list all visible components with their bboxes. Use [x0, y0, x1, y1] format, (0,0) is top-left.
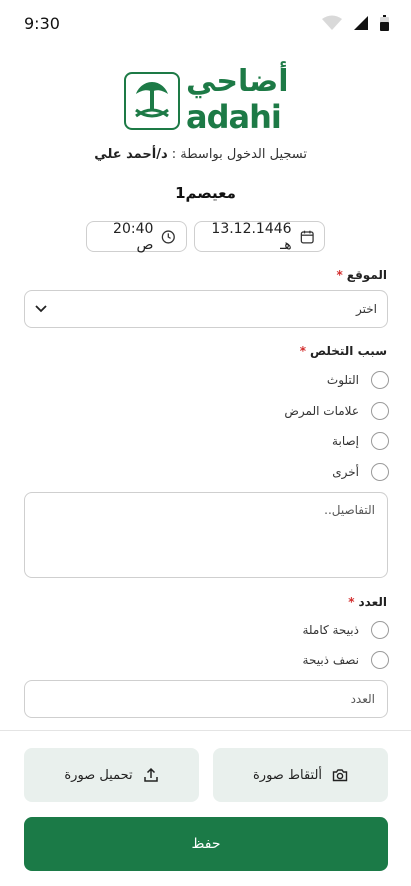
radio-button[interactable]: [371, 621, 389, 639]
disposal-reason-label-text: سبب التخلص: [309, 344, 387, 358]
date-picker[interactable]: 13.12.1446 هـ: [194, 220, 325, 253]
radio-label: نصف ذبيحة: [302, 653, 359, 667]
radio-label: إصابة: [332, 434, 359, 448]
upload-image-label: تحميل صورة: [64, 767, 133, 783]
radio-whole-carcass[interactable]: ذبيحة كاملة: [302, 621, 389, 639]
wifi-icon: [322, 15, 342, 30]
radio-label: أخرى: [332, 465, 359, 479]
radio-label: علامات المرض: [284, 404, 359, 418]
radio-button[interactable]: [371, 432, 389, 450]
radio-injury[interactable]: إصابة: [332, 432, 389, 450]
radio-contamination[interactable]: التلوث: [327, 371, 389, 389]
radio-button[interactable]: [371, 463, 389, 481]
count-label: العدد*: [348, 595, 387, 609]
required-mark: *: [336, 268, 343, 282]
time-picker[interactable]: 20:40 ص: [86, 220, 187, 253]
required-mark: *: [299, 344, 306, 358]
status-time: 9:30: [24, 14, 60, 33]
adahi-logo: أضاحي adahi: [124, 64, 289, 136]
radio-half-carcass[interactable]: نصف ذبيحة: [303, 651, 389, 669]
radio-other[interactable]: أخرى: [332, 463, 389, 481]
date-value: 13.12.1446 هـ: [211, 220, 292, 253]
radio-label: ذبيحة كاملة: [302, 623, 359, 637]
logo-latin-text: adahi: [186, 98, 282, 136]
battery-icon: [380, 15, 389, 31]
location-select-value: اختر: [356, 302, 377, 316]
time-value: 20:40 ص: [113, 220, 154, 253]
logo-arabic-text: أضاحي: [186, 64, 289, 99]
site-name: معيصم1: [175, 184, 236, 202]
count-label-text: العدد: [358, 595, 387, 609]
camera-icon: [332, 769, 348, 782]
required-mark: *: [348, 595, 355, 609]
radio-button[interactable]: [371, 651, 389, 669]
radio-disease-signs[interactable]: علامات المرض: [284, 402, 389, 420]
status-bar: 9:30: [0, 0, 411, 46]
radio-label: التلوث: [326, 373, 359, 387]
signal-icon: [354, 16, 368, 30]
details-textarea[interactable]: التفاصيل..: [24, 492, 388, 578]
count-input[interactable]: العدد: [24, 680, 388, 718]
calendar-icon: [300, 230, 314, 243]
chevron-down-icon: [35, 305, 47, 313]
palm-swords-emblem: [124, 72, 180, 130]
capture-image-label: ألتقاط صورة: [252, 767, 323, 783]
clock-icon: [162, 229, 176, 244]
login-user: د/أحمد علي: [94, 147, 168, 162]
save-button[interactable]: حفظ: [24, 817, 388, 871]
divider: [0, 730, 411, 731]
status-icons: [322, 15, 389, 31]
location-select[interactable]: اختر: [24, 290, 388, 328]
capture-image-button[interactable]: ألتقاط صورة: [213, 748, 388, 802]
login-prefix: تسجيل الدخول بواسطة :: [171, 147, 307, 162]
upload-image-button[interactable]: تحميل صورة: [24, 748, 199, 802]
upload-icon: [143, 767, 158, 782]
login-info: تسجيل الدخول بواسطة : د/أحمد علي: [94, 147, 307, 162]
radio-button[interactable]: [371, 371, 389, 389]
location-label: الموقع*: [336, 268, 387, 282]
radio-button[interactable]: [371, 402, 389, 420]
disposal-reason-label: سبب التخلص*: [300, 344, 387, 358]
location-label-text: الموقع: [346, 268, 387, 282]
